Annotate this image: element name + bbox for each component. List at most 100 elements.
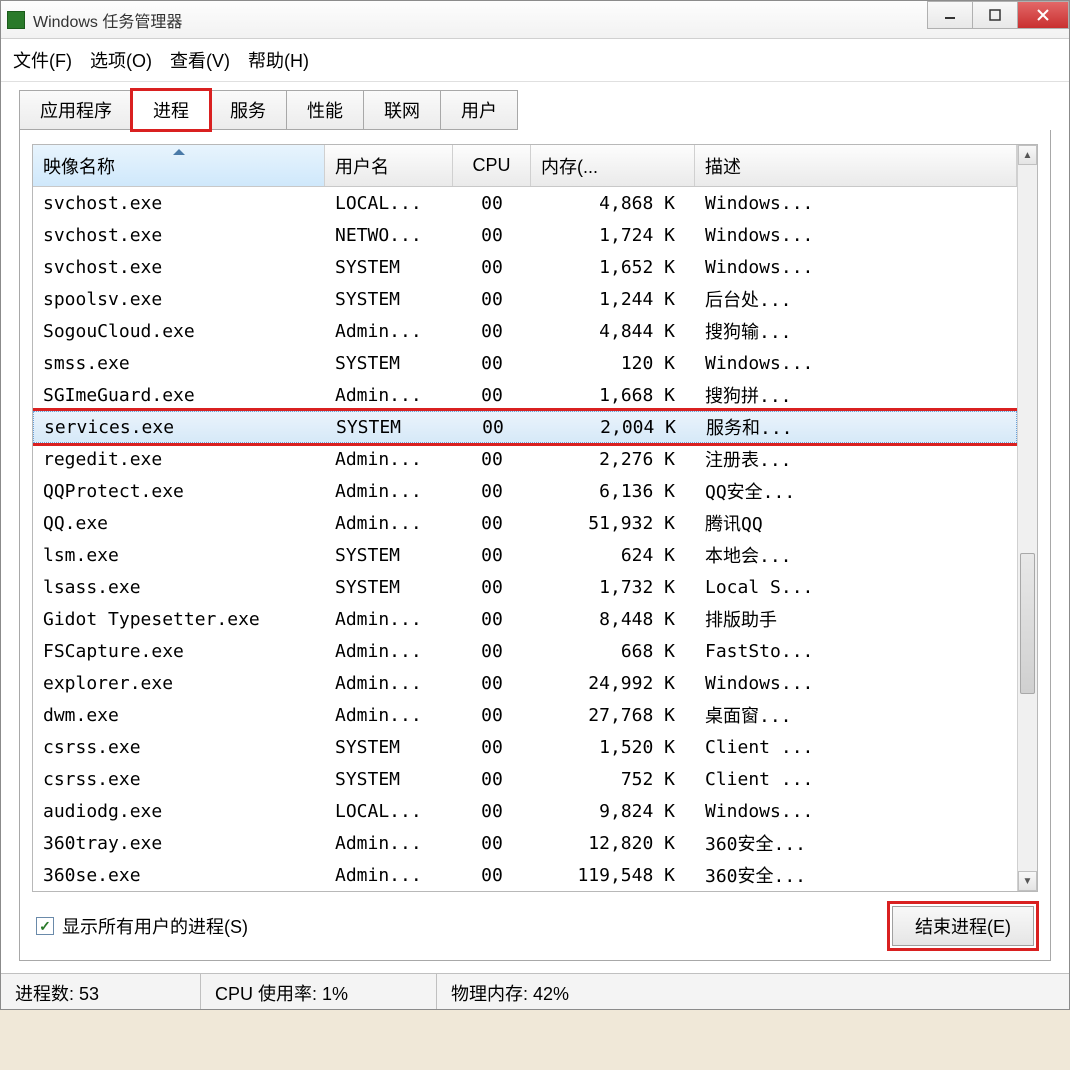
table-header: 映像名称 用户名 CPU 内存(... 描述 bbox=[33, 145, 1017, 187]
cell-memory: 4,868 K bbox=[531, 193, 695, 214]
table-row[interactable]: SogouCloud.exeAdmin...004,844 K搜狗输... bbox=[33, 315, 1017, 347]
statusbar: 进程数: 53 CPU 使用率: 1% 物理内存: 42% bbox=[1, 973, 1069, 1009]
cell-user: Admin... bbox=[325, 833, 453, 854]
tab-processes[interactable]: 进程 bbox=[132, 90, 210, 130]
table-row[interactable]: QQProtect.exeAdmin...006,136 KQQ安全... bbox=[33, 475, 1017, 507]
cell-description: Windows... bbox=[695, 257, 1017, 278]
table-row[interactable]: 360se.exeAdmin...00119,548 K360安全... bbox=[33, 859, 1017, 891]
cell-memory: 8,448 K bbox=[531, 609, 695, 630]
cell-description: Windows... bbox=[695, 801, 1017, 822]
show-all-users-checkbox[interactable]: ✓ 显示所有用户的进程(S) bbox=[36, 913, 248, 939]
table-row[interactable]: services.exeSYSTEM002,004 K服务和... bbox=[33, 411, 1017, 443]
table-row[interactable]: audiodg.exeLOCAL...009,824 KWindows... bbox=[33, 795, 1017, 827]
tab-performance[interactable]: 性能 bbox=[286, 90, 364, 130]
table-row[interactable]: SGImeGuard.exeAdmin...001,668 K搜狗拼... bbox=[33, 379, 1017, 411]
cell-cpu: 00 bbox=[453, 545, 531, 566]
minimize-button[interactable] bbox=[927, 1, 973, 29]
table-row[interactable]: csrss.exeSYSTEM00752 KClient ... bbox=[33, 763, 1017, 795]
table-row[interactable]: dwm.exeAdmin...0027,768 K桌面窗... bbox=[33, 699, 1017, 731]
col-image-name[interactable]: 映像名称 bbox=[33, 145, 325, 186]
cell-cpu: 00 bbox=[453, 257, 531, 278]
table-row[interactable]: svchost.exeLOCAL...004,868 KWindows... bbox=[33, 187, 1017, 219]
window-title: Windows 任务管理器 bbox=[33, 8, 182, 32]
cell-user: SYSTEM bbox=[325, 353, 453, 374]
table-row[interactable]: spoolsv.exeSYSTEM001,244 K后台处... bbox=[33, 283, 1017, 315]
table-row[interactable]: 360tray.exeAdmin...0012,820 K360安全... bbox=[33, 827, 1017, 859]
app-icon bbox=[7, 11, 25, 29]
close-button[interactable] bbox=[1017, 1, 1069, 29]
tab-services[interactable]: 服务 bbox=[209, 90, 287, 130]
cell-memory: 4,844 K bbox=[531, 321, 695, 342]
col-description[interactable]: 描述 bbox=[695, 145, 1017, 186]
window-controls bbox=[928, 1, 1069, 29]
col-memory[interactable]: 内存(... bbox=[531, 145, 695, 186]
menu-view[interactable]: 查看(V) bbox=[170, 47, 230, 73]
cell-description: Windows... bbox=[695, 193, 1017, 214]
cell-description: Windows... bbox=[695, 673, 1017, 694]
menu-help[interactable]: 帮助(H) bbox=[248, 47, 309, 73]
scroll-thumb[interactable] bbox=[1020, 553, 1035, 694]
vertical-scrollbar[interactable]: ▲ ▼ bbox=[1017, 145, 1037, 891]
col-user-name[interactable]: 用户名 bbox=[325, 145, 453, 186]
cell-user: SYSTEM bbox=[325, 737, 453, 758]
table-row[interactable]: QQ.exeAdmin...0051,932 K腾讯QQ bbox=[33, 507, 1017, 539]
cell-user: LOCAL... bbox=[325, 193, 453, 214]
cell-cpu: 00 bbox=[453, 609, 531, 630]
cell-memory: 27,768 K bbox=[531, 705, 695, 726]
cell-cpu: 00 bbox=[453, 673, 531, 694]
cell-image-name: smss.exe bbox=[33, 353, 325, 374]
cell-description: Client ... bbox=[695, 737, 1017, 758]
cell-description: 360安全... bbox=[695, 862, 1017, 888]
cell-memory: 1,668 K bbox=[531, 385, 695, 406]
cell-user: SYSTEM bbox=[326, 417, 454, 438]
cell-cpu: 00 bbox=[453, 513, 531, 534]
table-row[interactable]: svchost.exeNETWO...001,724 KWindows... bbox=[33, 219, 1017, 251]
maximize-button[interactable] bbox=[972, 1, 1018, 29]
menu-file[interactable]: 文件(F) bbox=[13, 47, 72, 73]
table-row[interactable]: regedit.exeAdmin...002,276 K注册表... bbox=[33, 443, 1017, 475]
table-row[interactable]: Gidot Typesetter.exeAdmin...008,448 K排版助… bbox=[33, 603, 1017, 635]
cell-memory: 9,824 K bbox=[531, 801, 695, 822]
cell-user: NETWO... bbox=[325, 225, 453, 246]
tab-users[interactable]: 用户 bbox=[440, 90, 518, 130]
cell-description: 后台处... bbox=[695, 286, 1017, 312]
status-process-count: 进程数: 53 bbox=[1, 974, 201, 1009]
process-table: 映像名称 用户名 CPU 内存(... 描述 svchost.exeLOCAL.… bbox=[32, 144, 1038, 892]
table-row[interactable]: lsm.exeSYSTEM00624 K本地会... bbox=[33, 539, 1017, 571]
cell-cpu: 00 bbox=[453, 737, 531, 758]
scroll-track[interactable] bbox=[1018, 165, 1037, 871]
cell-description: FastSto... bbox=[695, 641, 1017, 662]
tab-networking[interactable]: 联网 bbox=[363, 90, 441, 130]
minimize-icon bbox=[944, 9, 956, 21]
menu-options[interactable]: 选项(O) bbox=[90, 47, 152, 73]
cell-cpu: 00 bbox=[453, 353, 531, 374]
table-row[interactable]: explorer.exeAdmin...0024,992 KWindows... bbox=[33, 667, 1017, 699]
cell-user: Admin... bbox=[325, 673, 453, 694]
tab-applications[interactable]: 应用程序 bbox=[19, 90, 133, 130]
scroll-down-button[interactable]: ▼ bbox=[1018, 871, 1037, 891]
titlebar[interactable]: Windows 任务管理器 bbox=[1, 1, 1069, 39]
table-row[interactable]: FSCapture.exeAdmin...00668 KFastSto... bbox=[33, 635, 1017, 667]
cell-memory: 51,932 K bbox=[531, 513, 695, 534]
checkbox-icon: ✓ bbox=[36, 917, 54, 935]
table-row[interactable]: lsass.exeSYSTEM001,732 KLocal S... bbox=[33, 571, 1017, 603]
col-cpu[interactable]: CPU bbox=[453, 145, 531, 186]
cell-image-name: SogouCloud.exe bbox=[33, 321, 325, 342]
end-process-button[interactable]: 结束进程(E) bbox=[892, 906, 1034, 946]
scroll-up-button[interactable]: ▲ bbox=[1018, 145, 1037, 165]
table-row[interactable]: svchost.exeSYSTEM001,652 KWindows... bbox=[33, 251, 1017, 283]
cell-memory: 119,548 K bbox=[531, 865, 695, 886]
cell-description: 排版助手 bbox=[695, 606, 1017, 632]
cell-description: 腾讯QQ bbox=[695, 510, 1017, 536]
status-memory-usage: 物理内存: 42% bbox=[437, 974, 1069, 1009]
cell-image-name: 360se.exe bbox=[33, 865, 325, 886]
cell-user: Admin... bbox=[325, 865, 453, 886]
table-row[interactable]: csrss.exeSYSTEM001,520 KClient ... bbox=[33, 731, 1017, 763]
cell-image-name: QQProtect.exe bbox=[33, 481, 325, 502]
cell-image-name: 360tray.exe bbox=[33, 833, 325, 854]
cell-user: Admin... bbox=[325, 449, 453, 470]
table-row[interactable]: smss.exeSYSTEM00120 KWindows... bbox=[33, 347, 1017, 379]
cell-description: 服务和... bbox=[696, 414, 1016, 440]
cell-memory: 120 K bbox=[531, 353, 695, 374]
show-all-users-label: 显示所有用户的进程(S) bbox=[62, 913, 248, 939]
